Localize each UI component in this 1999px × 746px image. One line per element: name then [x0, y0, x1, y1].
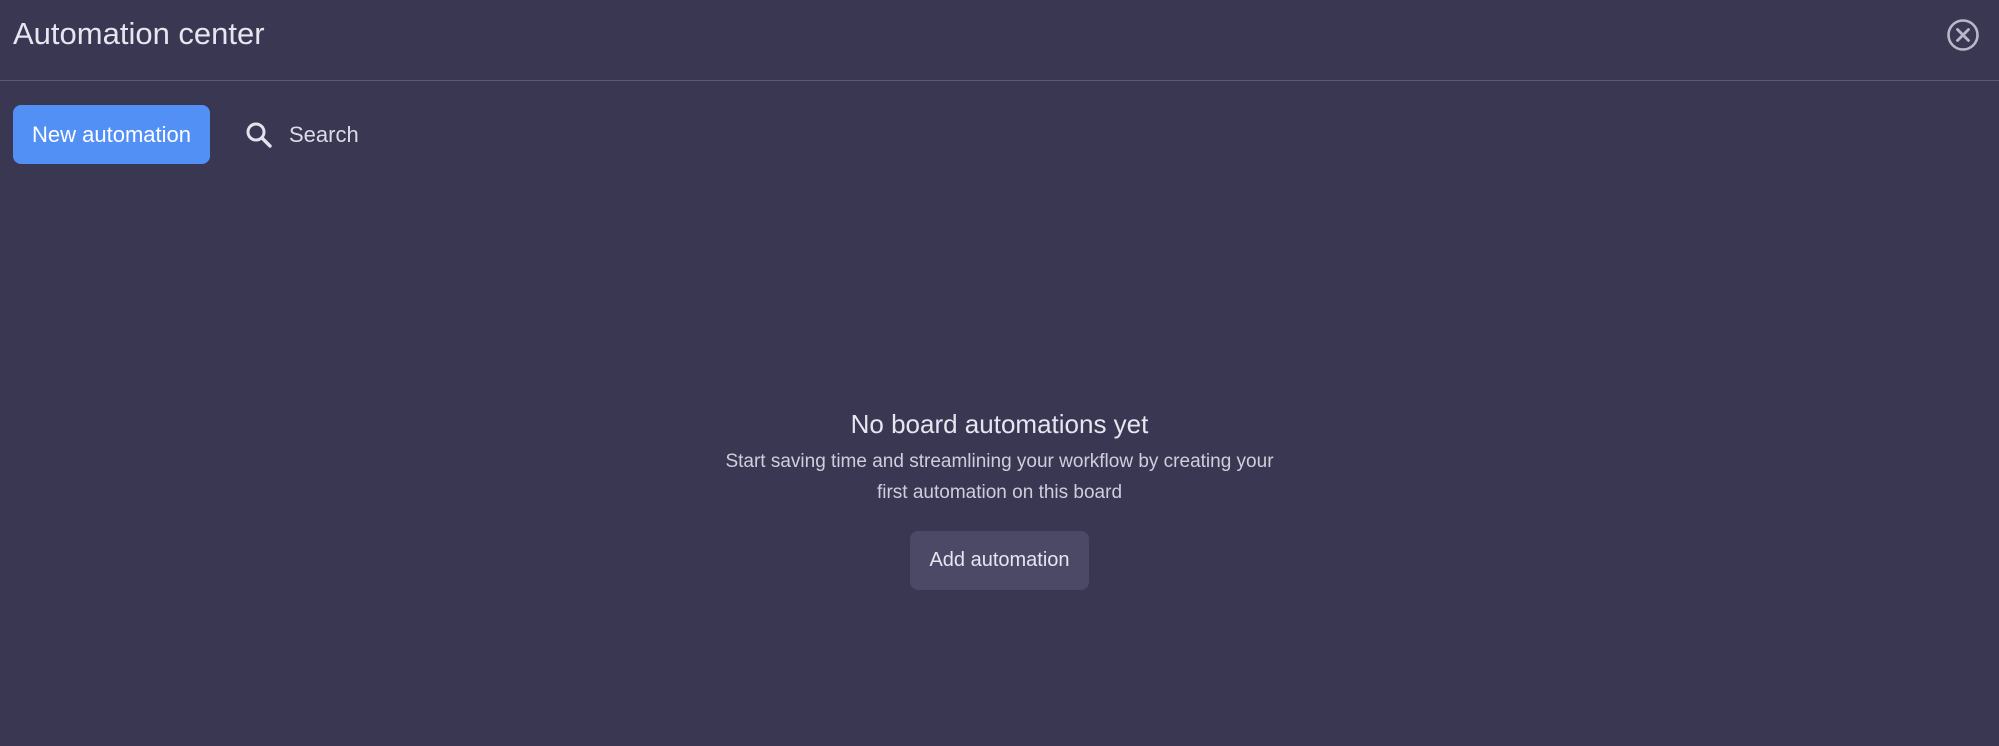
new-automation-button[interactable]: New automation — [13, 105, 210, 164]
search-icon — [244, 120, 274, 150]
panel-header: Automation center — [0, 0, 1999, 81]
automation-center-panel: Automation center New automation Search … — [0, 0, 1999, 746]
close-button[interactable] — [1946, 18, 1980, 52]
add-automation-button[interactable]: Add automation — [910, 531, 1089, 590]
empty-state: No board automations yet Start saving ti… — [0, 404, 1999, 590]
empty-state-title: No board automations yet — [850, 409, 1149, 439]
empty-state-description: Start saving time and streamlining your … — [725, 451, 1274, 503]
close-circle-icon — [1946, 18, 1980, 52]
search-label: Search — [288, 121, 359, 147]
search-button[interactable]: Search — [244, 105, 359, 164]
page-title: Automation center — [13, 16, 265, 51]
toolbar: New automation Search — [13, 105, 359, 164]
